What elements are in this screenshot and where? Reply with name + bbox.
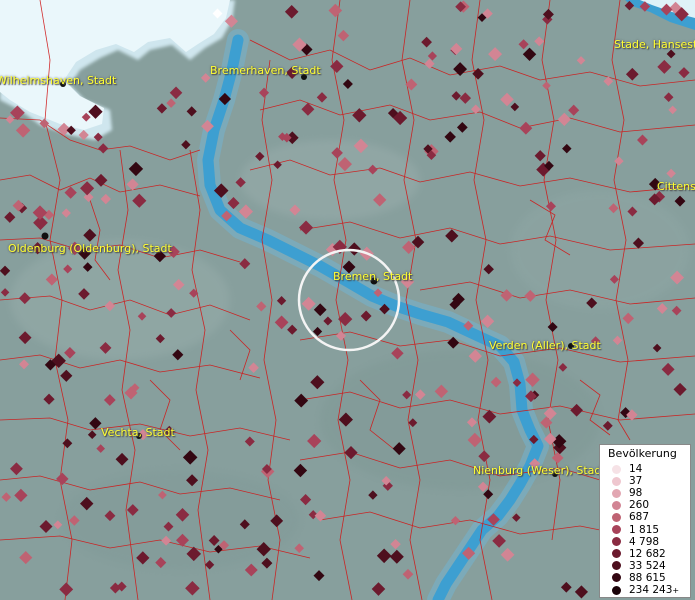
city-label-verden[interactable]: Verden (Aller), Stadt xyxy=(489,339,601,352)
legend-swatch xyxy=(612,500,621,510)
legend-item: 37 xyxy=(612,475,642,487)
legend-item: 88 615 xyxy=(612,572,666,584)
legend-swatch xyxy=(612,525,621,534)
legend-title: Bevölkerung xyxy=(608,447,677,460)
legend-suffix: + xyxy=(672,585,680,595)
legend-item: 4 798 xyxy=(612,536,659,548)
legend-swatch xyxy=(612,476,621,486)
city-label-cittense[interactable]: Cittense xyxy=(657,180,695,193)
legend-item: 12 682 xyxy=(612,548,666,560)
city-label-wilhelmshaven[interactable]: Wilhelmshaven, Stadt xyxy=(0,74,116,87)
legend-item: 260 xyxy=(612,499,649,511)
city-label-bremerhaven[interactable]: Bremerhaven, Stadt xyxy=(210,64,321,77)
legend-swatch xyxy=(612,537,621,547)
legend-label: 98 xyxy=(629,487,643,500)
city-label-bremen[interactable]: Bremen, Stadt xyxy=(333,270,412,283)
map-canvas[interactable] xyxy=(0,0,695,600)
legend-swatch xyxy=(612,573,621,583)
legend-swatch xyxy=(612,561,621,571)
legend-label: 1 815 xyxy=(629,523,660,536)
city-label-oldenburg[interactable]: Oldenburg (Oldenburg), Stadt xyxy=(8,242,172,255)
legend-item: 33 524 xyxy=(612,560,666,572)
legend-label: 88 615 xyxy=(629,571,666,584)
city-label-stade[interactable]: Stade, Hansestadt xyxy=(614,38,695,51)
legend-label: 14 xyxy=(629,463,643,475)
legend-item: 1 815 xyxy=(612,524,659,536)
legend-label: 12 682 xyxy=(629,547,666,560)
legend-label: 687 xyxy=(629,511,650,524)
legend-label: 33 524 xyxy=(629,559,666,572)
city-label-nienburg[interactable]: Nienburg (Weser), Stadt xyxy=(473,464,606,477)
legend-item: 234 243 + xyxy=(612,584,679,596)
legend-item: 14 xyxy=(612,463,642,475)
city-label-vechta[interactable]: Vechta, Stadt xyxy=(101,426,175,439)
legend-label: 260 xyxy=(629,499,650,512)
city-center-oldenburg[interactable] xyxy=(41,232,49,240)
legend-label: 234 243 xyxy=(629,584,673,596)
legend-swatch xyxy=(612,488,621,498)
legend-label: 37 xyxy=(629,475,643,488)
legend-swatch xyxy=(612,512,621,522)
population-legend: Bevölkerung 14 37 98 260 687 1 815 4 798 12 682… xyxy=(599,444,691,598)
legend-label: 4 798 xyxy=(629,535,660,548)
legend-swatch xyxy=(612,464,621,474)
legend-item: 98 xyxy=(612,487,642,499)
legend-swatch xyxy=(612,585,621,595)
legend-swatch xyxy=(612,549,621,559)
legend-item: 687 xyxy=(612,511,649,523)
